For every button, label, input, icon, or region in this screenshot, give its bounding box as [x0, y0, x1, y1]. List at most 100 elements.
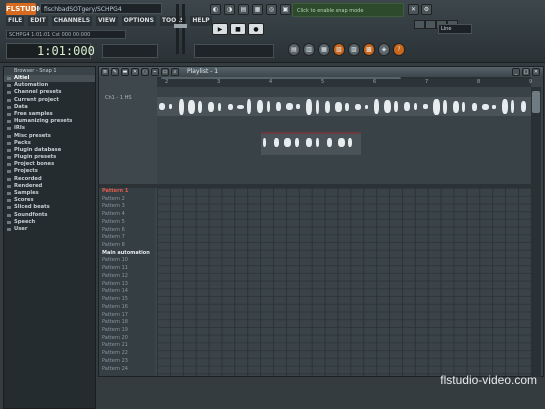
- browser-folder[interactable]: IRIs: [4, 125, 95, 132]
- browser-folder[interactable]: Rendered: [4, 183, 95, 190]
- waveform-peak: [315, 99, 319, 114]
- scroll-thumb[interactable]: [532, 91, 540, 113]
- pattern-item[interactable]: Pattern 13: [99, 281, 155, 289]
- browser-folder[interactable]: Project bones: [4, 161, 95, 168]
- browser-folder[interactable]: Sliced beats: [4, 204, 95, 211]
- pattern-item[interactable]: Pattern 2: [99, 196, 155, 204]
- metronome-button[interactable]: ◎: [266, 4, 277, 15]
- piano-roll-icon[interactable]: ▦: [318, 43, 330, 56]
- pattern-item[interactable]: Pattern 10: [99, 257, 155, 265]
- pattern-item[interactable]: Pattern 4: [99, 211, 155, 219]
- pattern-item[interactable]: Pattern 6: [99, 227, 155, 235]
- shortcut-button[interactable]: [414, 20, 425, 29]
- select-tool-icon[interactable]: ▭: [161, 68, 169, 76]
- browser-folder[interactable]: Free samples: [4, 111, 95, 118]
- browser-folder[interactable]: Scores: [4, 197, 95, 204]
- pattern-item[interactable]: Pattern 5: [99, 219, 155, 227]
- pattern-item[interactable]: Pattern 11: [99, 265, 155, 273]
- wait-button[interactable]: ▣: [280, 4, 291, 15]
- close-icon[interactable]: ✕: [532, 68, 540, 76]
- record-button[interactable]: ●: [248, 23, 264, 35]
- draw-tool-icon[interactable]: ✎: [111, 68, 119, 76]
- maximize-icon[interactable]: □: [522, 68, 530, 76]
- pattern-item[interactable]: Pattern 7: [99, 234, 155, 242]
- browser-folder[interactable]: Data: [4, 104, 95, 111]
- browser-folder[interactable]: Packs: [4, 140, 95, 147]
- browser-folder[interactable]: Channel presets: [4, 89, 95, 96]
- master-volume-slider[interactable]: [174, 4, 181, 54]
- browser-folder[interactable]: Soundfonts: [4, 212, 95, 219]
- browser-icon[interactable]: ▧: [333, 43, 345, 56]
- master-sliders[interactable]: [174, 4, 194, 56]
- mixer-icon[interactable]: ▨: [348, 43, 360, 56]
- close-icon[interactable]: ✕: [408, 4, 419, 15]
- pattern-item[interactable]: Pattern 17: [99, 312, 155, 320]
- playlist-icon[interactable]: ▤: [288, 43, 300, 56]
- waveform-peak: [472, 102, 478, 111]
- pattern-mode-button[interactable]: ◐: [210, 4, 221, 15]
- snap-dropdown[interactable]: Line: [438, 24, 472, 34]
- song-mode-button[interactable]: ◑: [224, 4, 235, 15]
- stop-button[interactable]: ■: [230, 23, 246, 35]
- menu-item-options[interactable]: OPTIONS: [121, 16, 156, 26]
- channel-settings-icon[interactable]: ▩: [363, 43, 375, 56]
- track-label: Ch1 - 1 HS: [105, 95, 132, 101]
- paint-tool-icon[interactable]: ▬: [121, 68, 129, 76]
- play-button[interactable]: ▶: [212, 23, 228, 35]
- pattern-item[interactable]: Pattern 24: [99, 366, 155, 374]
- pattern-item[interactable]: Pattern 23: [99, 358, 155, 366]
- browser-folder[interactable]: Humanizing presets: [4, 118, 95, 125]
- gear-icon[interactable]: ⚙: [421, 4, 432, 15]
- menu-item-edit[interactable]: EDIT: [28, 16, 48, 26]
- step-sequencer-icon[interactable]: ▥: [303, 43, 315, 56]
- pattern-item[interactable]: Pattern 15: [99, 296, 155, 304]
- pattern-item[interactable]: Pattern 22: [99, 350, 155, 358]
- pattern-item[interactable]: Pattern 12: [99, 273, 155, 281]
- pattern-item[interactable]: Pattern 14: [99, 288, 155, 296]
- pattern-grid[interactable]: [157, 188, 531, 376]
- browser-folder[interactable]: Plugin presets: [4, 154, 95, 161]
- menu-icon[interactable]: ≡: [101, 68, 109, 76]
- track-header[interactable]: Ch1 - 1 HS: [99, 77, 157, 184]
- shortcut-button[interactable]: [425, 20, 436, 29]
- hint-bar: SCHPG4 1:01:01 Cst 000 00:000: [6, 30, 126, 39]
- pattern-item[interactable]: Pattern 8: [99, 242, 155, 250]
- pattern-item[interactable]: Pattern 19: [99, 327, 155, 335]
- zoom-tool-icon[interactable]: ⌕: [171, 68, 179, 76]
- browser-folder[interactable]: Altiel: [4, 75, 95, 83]
- browser-folder[interactable]: Samples: [4, 190, 95, 197]
- browser-folder[interactable]: Automation: [4, 82, 95, 89]
- menu-item-file[interactable]: FILE: [6, 16, 25, 26]
- help-icon[interactable]: ?: [393, 43, 405, 56]
- master-pitch-slider[interactable]: [180, 4, 187, 54]
- minimize-icon[interactable]: _: [512, 68, 520, 76]
- plugin-picker-icon[interactable]: ◈: [378, 43, 390, 56]
- audio-clip[interactable]: [157, 97, 531, 116]
- delete-tool-icon[interactable]: ✕: [131, 68, 139, 76]
- pattern-item[interactable]: Pattern 1: [99, 188, 155, 196]
- browser-folder[interactable]: Speech: [4, 219, 95, 226]
- playlist-titlebar[interactable]: ≡ ✎ ▬ ✕ ◌ ⌁ ▭ ⌕ Playlist - 1 _ □ ✕: [99, 67, 543, 77]
- pattern-item[interactable]: Pattern 21: [99, 342, 155, 350]
- audio-clip[interactable]: [261, 132, 361, 155]
- browser-folder[interactable]: Projects: [4, 168, 95, 175]
- browser-folder[interactable]: Recorded: [4, 176, 95, 183]
- record-settings-button[interactable]: ▦: [252, 4, 263, 15]
- pattern-item[interactable]: Pattern 3: [99, 203, 155, 211]
- snap-button[interactable]: ▤: [238, 4, 249, 15]
- menu-item-channels[interactable]: CHANNELS: [51, 16, 93, 26]
- audio-track-lane[interactable]: [157, 87, 531, 184]
- pattern-item[interactable]: Main automation: [99, 250, 155, 258]
- mute-tool-icon[interactable]: ◌: [141, 68, 149, 76]
- vertical-scrollbar[interactable]: [531, 87, 541, 377]
- pattern-item[interactable]: Pattern 20: [99, 335, 155, 343]
- pattern-item[interactable]: Pattern 18: [99, 319, 155, 327]
- slice-tool-icon[interactable]: ⌁: [151, 68, 159, 76]
- browser-folder[interactable]: Plugin database: [4, 147, 95, 154]
- pattern-item[interactable]: Pattern 16: [99, 304, 155, 312]
- browser-folder[interactable]: Current project: [4, 97, 95, 104]
- song-position-display[interactable]: 1:01:000: [6, 43, 95, 59]
- menu-item-view[interactable]: VIEW: [96, 16, 118, 26]
- browser-folder[interactable]: User: [4, 226, 95, 233]
- browser-folder[interactable]: Misc presets: [4, 133, 95, 140]
